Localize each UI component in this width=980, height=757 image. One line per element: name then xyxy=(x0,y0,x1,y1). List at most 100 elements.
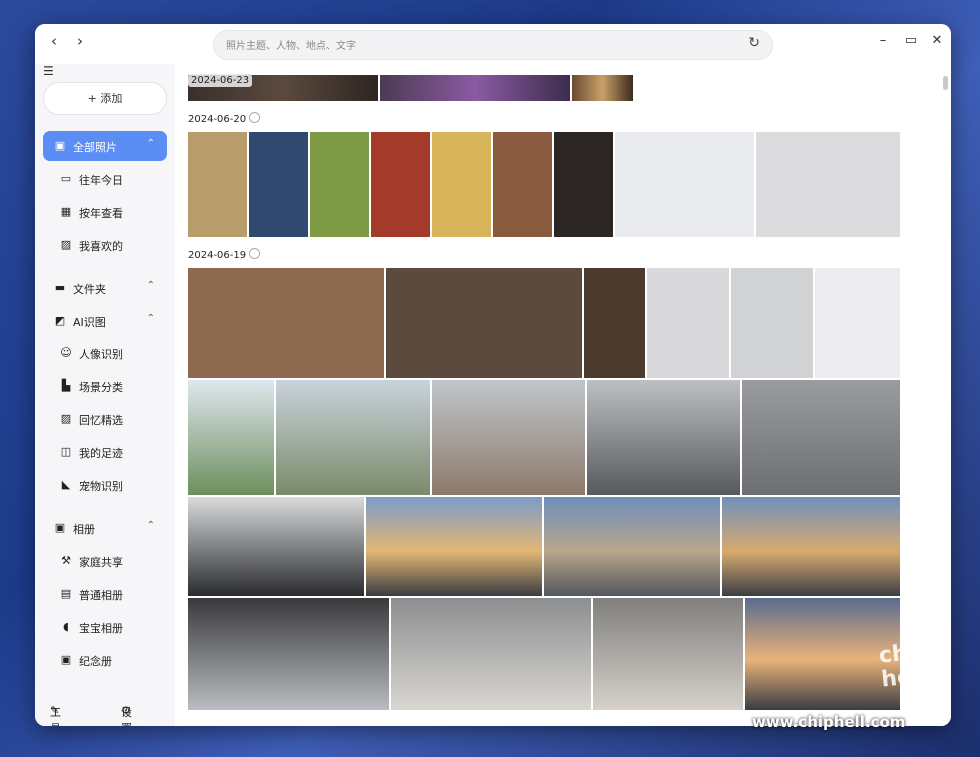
sidebar-item-folders[interactable]: ▬ 文件夹 ⌃ xyxy=(43,273,167,303)
sidebar-collapse-icon[interactable]: ☰ xyxy=(43,64,54,78)
sidebar-item-faces[interactable]: ☺ 人像识别 xyxy=(43,338,167,368)
sidebar-item-normal-album[interactable]: ▤ 普通相册 xyxy=(43,579,167,609)
photo-thumbnail[interactable] xyxy=(249,132,308,237)
close-button[interactable]: ✕ xyxy=(927,31,947,51)
photo-thumbnail[interactable] xyxy=(544,497,720,596)
photo-thumbnail[interactable] xyxy=(756,132,900,237)
photo-thumbnail[interactable] xyxy=(310,132,369,237)
sidebar-item-pets[interactable]: ◣ 宠物识别 xyxy=(43,470,167,500)
sidebar-footer: ✎ 工具箱 ⚙ 设置 xyxy=(35,698,175,726)
chevron-up-icon[interactable]: ⌃ xyxy=(147,313,155,324)
date-header: 2024-06-19 xyxy=(188,248,261,261)
photo-timeline[interactable]: 2024-06-23 2024-06-20 2024-06-19 xyxy=(175,64,951,726)
photo-thumbnail[interactable] xyxy=(386,268,582,378)
photo-thumbnail[interactable] xyxy=(432,380,585,495)
sidebar-item-memories[interactable]: ▨ 回忆精选 xyxy=(43,404,167,434)
photo-thumbnail[interactable] xyxy=(647,268,729,378)
ai-image-icon: ◩ xyxy=(54,314,66,327)
maximize-button[interactable]: ▭ xyxy=(901,31,921,51)
add-label: 添加 xyxy=(100,92,123,105)
photo-thumbnail[interactable] xyxy=(366,497,542,596)
pet-icon: ◣ xyxy=(61,478,71,491)
sidebar-item-label: 我的足迹 xyxy=(79,447,123,460)
photo-thumbnail[interactable] xyxy=(371,132,430,237)
album-normal-icon: ▤ xyxy=(60,587,72,600)
sidebar-item-label: 场景分类 xyxy=(79,381,123,394)
photo-thumbnail[interactable] xyxy=(615,132,754,237)
image-icon: ▣ xyxy=(54,139,66,152)
chevron-up-icon[interactable]: ⌃ xyxy=(147,138,155,149)
photo-thumbnail[interactable] xyxy=(493,132,552,237)
photo-thumbnail[interactable] xyxy=(391,598,591,710)
sidebar-item-label: 往年今日 xyxy=(79,174,123,187)
sidebar-item-on-this-day[interactable]: ▭ 往年今日 xyxy=(43,164,167,194)
photo-thumbnail[interactable] xyxy=(745,598,900,710)
select-circle-icon[interactable] xyxy=(249,112,261,123)
heart-image-icon: ▨ xyxy=(60,238,72,251)
sidebar-item-baby-album[interactable]: ◖ 宝宝相册 xyxy=(43,612,167,642)
forward-button[interactable]: › xyxy=(69,30,91,52)
photo-thumbnail[interactable] xyxy=(742,380,900,495)
scrollbar[interactable] xyxy=(943,76,948,90)
photo-thumbnail[interactable] xyxy=(593,598,743,710)
back-button[interactable]: ‹ xyxy=(43,30,65,52)
folder-icon: ▬ xyxy=(54,281,66,294)
watermark-logo: chip hell xyxy=(877,638,932,693)
date-header: 2024-06-23 xyxy=(188,74,253,87)
photo-thumbnail[interactable] xyxy=(584,268,645,378)
memory-icon: ▨ xyxy=(60,412,72,425)
select-circle-icon[interactable] xyxy=(249,248,261,259)
sidebar-item-scenes[interactable]: ▙ 场景分类 xyxy=(43,371,167,401)
photo-thumbnail[interactable] xyxy=(587,380,740,495)
photo-thumbnail[interactable] xyxy=(432,132,491,237)
watermark-text: www.chiphell.com xyxy=(752,713,906,731)
sidebar-item-label: 普通相册 xyxy=(79,589,123,602)
sidebar-item-memorial[interactable]: ▣ 纪念册 xyxy=(43,645,167,675)
sidebar-item-label: 宝宝相册 xyxy=(79,622,123,635)
photo-thumbnail[interactable] xyxy=(554,132,613,237)
album-icon: ▣ xyxy=(54,521,66,534)
search-input[interactable]: 照片主题、人物、地点、文字 xyxy=(226,37,356,52)
memorial-icon: ▣ xyxy=(60,653,72,666)
sidebar-item-label: 我喜欢的 xyxy=(79,240,123,253)
sidebar: ☰ + 添加 ▣ 全部照片 ⌃ ▭ 往年今日 ▦ 按年查看 ▨ 我喜欢的 ▬ 文… xyxy=(35,64,175,726)
face-icon: ☺ xyxy=(60,346,72,359)
date-label: 2024-06-19 xyxy=(188,250,247,261)
photo-thumbnail[interactable] xyxy=(188,598,389,710)
sidebar-item-label: 相册 xyxy=(73,523,95,536)
date-label: 2024-06-20 xyxy=(188,114,247,125)
sidebar-item-label: 回忆精选 xyxy=(79,414,123,427)
date-header: 2024-06-20 xyxy=(188,112,261,125)
sidebar-item-by-year[interactable]: ▦ 按年查看 xyxy=(43,197,167,227)
sidebar-item-all-photos[interactable]: ▣ 全部照片 ⌃ xyxy=(43,131,167,161)
photo-thumbnail[interactable] xyxy=(188,132,247,237)
search-bar[interactable]: 照片主题、人物、地点、文字 ↻ xyxy=(213,30,773,60)
sidebar-item-footprints[interactable]: ◫ 我的足迹 xyxy=(43,437,167,467)
photo-thumbnail[interactable] xyxy=(722,497,900,596)
photo-thumbnail[interactable] xyxy=(731,268,813,378)
sidebar-item-label: AI识图 xyxy=(73,316,106,329)
scene-icon: ▙ xyxy=(61,379,71,392)
photos-app-window: ‹ › 照片主题、人物、地点、文字 ↻ – ▭ ✕ ☰ + 添加 ▣ 全部照片 … xyxy=(35,24,951,726)
minimize-button[interactable]: – xyxy=(873,31,893,51)
sidebar-item-albums[interactable]: ▣ 相册 ⌃ xyxy=(43,513,167,543)
sidebar-item-family-share[interactable]: ⚒ 家庭共享 xyxy=(43,546,167,576)
photo-thumbnail[interactable] xyxy=(276,380,430,495)
footprint-icon: ◫ xyxy=(60,445,72,458)
photo-thumbnail[interactable] xyxy=(188,497,364,596)
photo-thumbnail[interactable] xyxy=(188,268,384,378)
sidebar-item-label: 家庭共享 xyxy=(79,556,123,569)
refresh-icon[interactable]: ↻ xyxy=(748,35,760,51)
chevron-up-icon[interactable]: ⌃ xyxy=(147,280,155,291)
photo-thumbnail[interactable] xyxy=(188,380,274,495)
calendar-grid-icon: ▦ xyxy=(60,205,72,218)
photo-thumbnail[interactable] xyxy=(572,75,633,101)
title-bar: ‹ › 照片主题、人物、地点、文字 ↻ – ▭ ✕ xyxy=(35,24,951,64)
sidebar-item-ai-recognition[interactable]: ◩ AI识图 ⌃ xyxy=(43,306,167,336)
baby-icon: ◖ xyxy=(63,620,69,633)
sidebar-item-favorites[interactable]: ▨ 我喜欢的 xyxy=(43,230,167,260)
photo-thumbnail[interactable] xyxy=(380,75,570,101)
add-button[interactable]: + 添加 xyxy=(43,82,167,115)
chevron-up-icon[interactable]: ⌃ xyxy=(147,520,155,531)
photo-thumbnail[interactable] xyxy=(815,268,900,378)
